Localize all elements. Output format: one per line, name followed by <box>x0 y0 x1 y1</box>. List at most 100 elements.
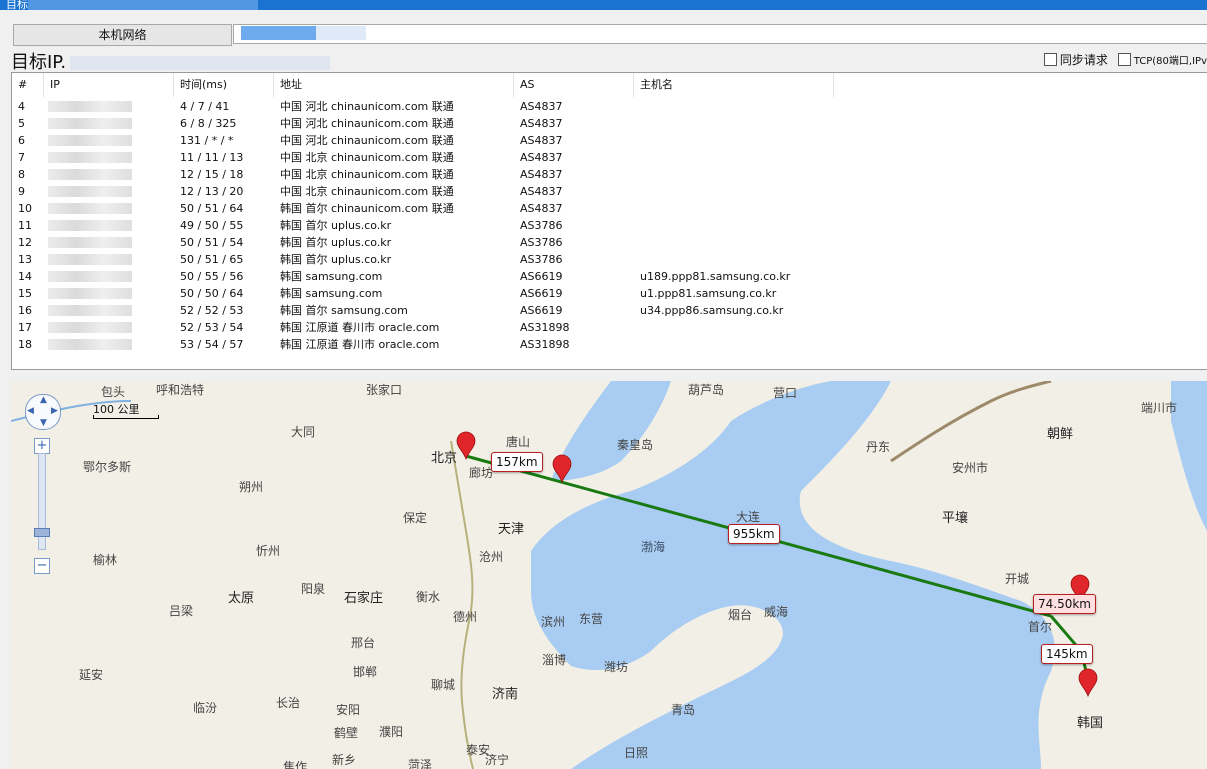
row-num: 6 <box>18 134 25 147</box>
row-address: 韩国 首尔 uplus.co.kr <box>280 236 392 249</box>
row-hostname <box>634 98 834 115</box>
row-num: 10 <box>18 202 32 215</box>
map-place-label: 衡水 <box>416 590 441 604</box>
col-address[interactable]: 地址 <box>274 73 514 97</box>
table-row[interactable]: 17 52 / 53 / 54 韩国 江原道 春川市 oracle.com AS318… <box>12 319 1207 336</box>
row-hostname <box>634 251 834 268</box>
map-place-label: 包头 <box>101 385 126 399</box>
row-num: 18 <box>18 338 32 351</box>
traceroute-table: # IP 时间(ms) 地址 AS 主机名 4 4 / 7 / 41 中国 河北 c… <box>11 72 1207 370</box>
col-ip[interactable]: IP <box>44 73 174 97</box>
target-input[interactable] <box>233 24 1207 44</box>
table-row[interactable]: 4 4 / 7 / 41 中国 河北 chinaunicom.com 联通 AS483… <box>12 98 1207 115</box>
table-row[interactable]: 10 50 / 51 / 64 韩国 首尔 chinaunicom.com 联通 AS… <box>12 200 1207 217</box>
row-ip <box>44 285 174 302</box>
pan-control[interactable]: ▲ ▼ ◀ ▶ <box>25 394 61 430</box>
pan-up-icon[interactable]: ▲ <box>40 395 47 405</box>
map-place-label: 威海 <box>764 605 789 619</box>
map-place-label: 忻州 <box>256 544 281 558</box>
sync-label: 同步请求 <box>1059 53 1108 67</box>
col-hostname[interactable]: 主机名 <box>634 73 834 97</box>
distance-label: 145km <box>1041 644 1093 664</box>
pan-down-icon[interactable]: ▼ <box>40 418 47 428</box>
map-place-label: 北京 <box>431 451 458 466</box>
map-place-label: 平壤 <box>942 511 969 526</box>
row-address: 中国 河北 chinaunicom.com 联通 <box>280 117 454 130</box>
map-place-label: 丹东 <box>866 440 891 454</box>
row-hostname <box>634 149 834 166</box>
row-num: 15 <box>18 287 32 300</box>
col-as[interactable]: AS <box>514 73 634 97</box>
row-time: 12 / 15 / 18 <box>180 168 244 181</box>
map-place-label: 朔州 <box>239 480 264 494</box>
row-time: 4 / 7 / 41 <box>180 100 230 113</box>
row-ip <box>44 115 174 132</box>
row-time: 50 / 51 / 54 <box>180 236 244 249</box>
map-place-label: 聊城 <box>431 678 456 692</box>
map-place-label: 张家口 <box>366 383 403 397</box>
row-as: AS4837 <box>520 117 563 130</box>
row-address: 中国 北京 chinaunicom.com 联通 <box>280 185 454 198</box>
map-place-label: 邢台 <box>351 636 376 650</box>
title-bar: 目标 <box>0 0 1207 11</box>
ip-redacted <box>48 186 132 197</box>
table-row[interactable]: 13 50 / 51 / 65 韩国 首尔 uplus.co.kr AS3786 <box>12 251 1207 268</box>
title-blur <box>28 0 258 10</box>
map-place-label: 鄂尔多斯 <box>83 460 132 474</box>
row-time: 50 / 51 / 65 <box>180 253 244 266</box>
table-row[interactable]: 11 49 / 50 / 55 韩国 首尔 uplus.co.kr AS3786 <box>12 217 1207 234</box>
table-row[interactable]: 8 12 / 15 / 18 中国 北京 chinaunicom.com 联通 AS4… <box>12 166 1207 183</box>
sync-checkbox[interactable] <box>1043 53 1057 66</box>
table-row[interactable]: 9 12 / 13 / 20 中国 北京 chinaunicom.com 联通 AS4… <box>12 183 1207 200</box>
tcp-checkbox[interactable] <box>1117 53 1131 66</box>
row-num: 16 <box>18 304 32 317</box>
table-row[interactable]: 5 6 / 8 / 325 中国 河北 chinaunicom.com 联通 AS48… <box>12 115 1207 132</box>
map-place-label: 大连 <box>736 510 761 524</box>
row-as: AS6619 <box>520 287 563 300</box>
pan-left-icon[interactable]: ◀ <box>27 406 34 416</box>
route-map[interactable]: 包头 呼和浩特 张家口 大同 鄂尔多斯 朔州 忻州 榆林 太原 阳泉 石家庄 吕梁 北京 保定 廊坊 天津 沧州… <box>11 381 1207 769</box>
distance-label: 955km <box>728 524 780 544</box>
row-hostname <box>634 166 834 183</box>
row-time: 131 / * / * <box>180 134 234 147</box>
window-title: 目标 <box>6 0 28 11</box>
zoom-in-button[interactable]: + <box>34 438 50 454</box>
row-hostname: u34.ppp86.samsung.co.kr <box>640 304 784 317</box>
row-num: 13 <box>18 253 32 266</box>
table-row[interactable]: 14 50 / 55 / 56 韩国 samsung.com AS6619 u189.p… <box>12 268 1207 285</box>
table-row[interactable]: 6 131 / * / * 中国 河北 chinaunicom.com 联通 AS48… <box>12 132 1207 149</box>
col-time[interactable]: 时间(ms) <box>174 73 274 97</box>
local-network-button[interactable]: 本机网络 <box>13 24 232 46</box>
row-time: 49 / 50 / 55 <box>180 219 244 232</box>
row-as: AS3786 <box>520 253 563 266</box>
row-as: AS3786 <box>520 219 563 232</box>
row-as: AS31898 <box>520 321 570 334</box>
zoom-out-button[interactable]: − <box>34 558 50 574</box>
table-row[interactable]: 7 11 / 11 / 13 中国 北京 chinaunicom.com 联通 AS4… <box>12 149 1207 166</box>
pan-right-icon[interactable]: ▶ <box>51 406 58 416</box>
row-ip <box>44 200 174 217</box>
row-time: 11 / 11 / 13 <box>180 151 244 164</box>
map-place-label: 廊坊 <box>469 466 494 480</box>
row-hostname <box>634 132 834 149</box>
map-place-label: 滨州 <box>541 615 566 629</box>
map-place-label: 唐山 <box>506 435 531 449</box>
map-place-label: 安阳 <box>336 703 361 717</box>
input-selection <box>241 26 316 40</box>
row-as: AS4837 <box>520 168 563 181</box>
table-row[interactable]: 15 50 / 50 / 64 韩国 samsung.com AS6619 u1.ppp… <box>12 285 1207 302</box>
map-scale: 100 公里 <box>93 401 159 419</box>
map-place-label: 阳泉 <box>301 582 326 596</box>
ip-redacted <box>48 254 132 265</box>
table-row[interactable]: 12 50 / 51 / 54 韩国 首尔 uplus.co.kr AS3786 <box>12 234 1207 251</box>
row-ip <box>44 268 174 285</box>
table-row[interactable]: 18 53 / 54 / 57 韩国 江原道 春川市 oracle.com AS318… <box>12 336 1207 353</box>
table-row[interactable]: 16 52 / 52 / 53 韩国 首尔 samsung.com AS6619 u34… <box>12 302 1207 319</box>
row-address: 韩国 江原道 春川市 oracle.com <box>280 338 440 351</box>
target-ip-redacted <box>70 56 331 70</box>
row-num: 9 <box>18 185 25 198</box>
map-place-label: 长治 <box>276 696 301 710</box>
col-num[interactable]: # <box>12 73 44 97</box>
row-time: 52 / 53 / 54 <box>180 321 244 334</box>
zoom-slider-thumb[interactable] <box>34 528 50 537</box>
